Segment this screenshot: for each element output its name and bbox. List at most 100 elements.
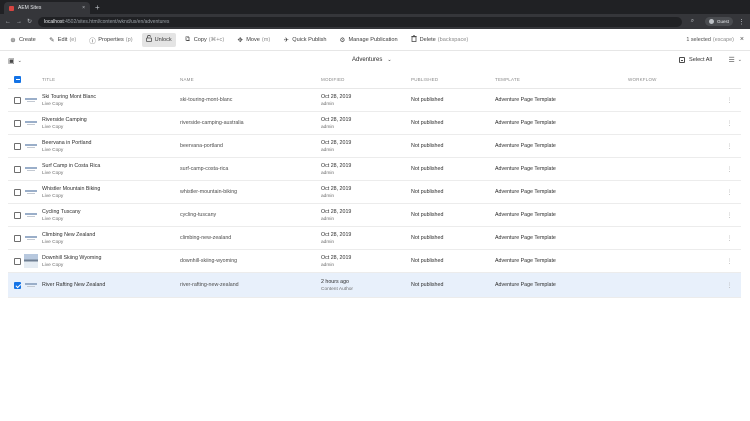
browser-tab[interactable]: AEM Sites × [4, 2, 90, 14]
row-title: Riverside Camping [42, 116, 87, 123]
table-row-selected[interactable]: River Rafting New Zealand river-rafting-… [8, 273, 741, 298]
manage-publication-label: Manage Publication [348, 36, 398, 43]
create-icon: ⊕ [10, 36, 16, 44]
folder-title-label: Adventures [352, 57, 383, 63]
tab-close-icon[interactable]: × [82, 5, 85, 11]
row-checkbox[interactable] [14, 119, 21, 127]
column-published[interactable]: PUBLISHED [411, 77, 495, 82]
column-title[interactable]: TITLE [42, 77, 180, 82]
modified-cell: Oct 28, 2019 admin [321, 232, 411, 245]
live-copy-label: Live Copy [42, 124, 64, 130]
view-switcher[interactable]: ☰ ⌄ [729, 56, 742, 64]
manage-publication-button[interactable]: ⚙ Manage Publication [335, 33, 401, 47]
title-cell: Beervana in Portland Live Copy [42, 140, 180, 153]
more-actions-icon[interactable]: ⋮ [718, 97, 741, 104]
more-actions-icon[interactable]: ⋮ [718, 282, 741, 289]
modified-cell: 2 hours ago Content Author [321, 279, 411, 292]
folder-title[interactable]: Adventures ⌄ [352, 57, 392, 63]
more-actions-icon[interactable]: ⋮ [718, 120, 741, 127]
page-thumbnail [24, 254, 38, 268]
select-all-button[interactable]: Select All [678, 57, 712, 63]
properties-button[interactable]: ⓘ Properties (p) [85, 33, 136, 47]
search-icon[interactable]: ⌕ [690, 18, 695, 25]
header-checkbox-cell[interactable] [8, 76, 42, 83]
row-title: River Rafting New Zealand [42, 282, 106, 288]
back-icon[interactable]: ← [5, 19, 11, 25]
row-template: Adventure Page Template [495, 143, 556, 149]
more-actions-icon[interactable]: ⋮ [718, 143, 741, 150]
column-modified[interactable]: MODIFIED [321, 77, 411, 82]
chevron-down-icon[interactable]: ⌄ [18, 58, 22, 64]
row-template: Adventure Page Template [495, 258, 556, 264]
row-checkbox[interactable] [14, 281, 21, 289]
more-actions-icon[interactable]: ⋮ [718, 235, 741, 242]
create-label: Create [19, 36, 36, 43]
modified-cell: Oct 28, 2019 admin [321, 186, 411, 199]
quick-publish-button[interactable]: ✈ Quick Publish [279, 33, 330, 47]
page-thumbnail [24, 231, 38, 245]
move-button[interactable]: ✥ Move (m) [233, 33, 274, 47]
reload-icon[interactable]: ↻ [27, 18, 32, 25]
table-row[interactable]: Cycling Tuscany Live Copy cycling-tuscan… [8, 204, 741, 227]
browser-menu-icon[interactable]: ⋮ [738, 18, 745, 26]
url-input[interactable]: localhost :4502/sites.html/content/wknd/… [38, 16, 682, 27]
copy-button[interactable]: ⧉ Copy (⌘+c) [181, 33, 228, 47]
delete-button[interactable]: Delete (backspace) [407, 33, 473, 47]
new-tab-icon[interactable]: + [95, 3, 100, 12]
more-actions-icon[interactable]: ⋮ [718, 189, 741, 196]
header-checkbox[interactable] [14, 76, 21, 83]
row-lead [8, 162, 42, 176]
chevron-down-icon: ⌄ [737, 57, 742, 63]
row-checkbox[interactable] [14, 257, 21, 265]
edit-label: Edit [57, 36, 68, 43]
row-template: Adventure Page Template [495, 120, 556, 126]
delete-shortcut: (backspace) [437, 36, 469, 43]
forward-icon[interactable]: → [16, 19, 22, 25]
close-selection-icon[interactable]: × [740, 36, 744, 43]
more-actions-icon[interactable]: ⋮ [718, 166, 741, 173]
table-row[interactable]: Climbing New Zealand Live Copy climbing-… [8, 227, 741, 250]
more-actions-icon[interactable]: ⋮ [718, 258, 741, 265]
row-checkbox[interactable] [14, 234, 21, 242]
unlock-icon [145, 34, 152, 44]
table-row[interactable]: Beervana in Portland Live Copy beervana-… [8, 135, 741, 158]
column-name[interactable]: NAME [180, 77, 321, 82]
edit-button[interactable]: ✎ Edit (e) [45, 33, 80, 47]
create-button[interactable]: ⊕ Create [6, 33, 40, 47]
live-copy-label: Live Copy [42, 239, 64, 245]
table-row[interactable]: Downhill Skiing Wyoming Live Copy downhi… [8, 250, 741, 273]
avatar-icon [708, 19, 714, 24]
title-cell: Whistler Mountain Biking Live Copy [42, 186, 180, 199]
unlock-button[interactable]: Unlock [141, 32, 176, 47]
selected-shortcut: (escape) [712, 36, 734, 43]
more-actions-icon[interactable]: ⋮ [718, 212, 741, 219]
modified-cell: Oct 28, 2019 admin [321, 163, 411, 176]
row-modified-by: admin [321, 147, 335, 153]
row-modified: Oct 28, 2019 [321, 231, 352, 238]
row-modified-by: admin [321, 124, 335, 130]
row-modified: Oct 28, 2019 [321, 254, 352, 261]
row-template: Adventure Page Template [495, 235, 556, 241]
row-lead [8, 231, 42, 245]
rail-toggle-icon[interactable]: ▣ [8, 57, 15, 65]
column-template[interactable]: TEMPLATE [495, 77, 628, 82]
row-template: Adventure Page Template [495, 212, 556, 218]
properties-shortcut: (p) [125, 36, 133, 43]
table-row[interactable]: Ski Touring Mont Blanc Live Copy ski-tou… [8, 89, 741, 112]
row-checkbox[interactable] [14, 211, 21, 219]
modified-cell: Oct 28, 2019 admin [321, 255, 411, 268]
profile-button[interactable]: Guest [704, 17, 733, 26]
title-cell: Surf Camp in Costa Rica Live Copy [42, 163, 180, 176]
row-checkbox[interactable] [14, 142, 21, 150]
page-thumbnail [24, 162, 38, 176]
row-checkbox[interactable] [14, 188, 21, 196]
edit-shortcut: (e) [69, 36, 77, 43]
table-row[interactable]: Whistler Mountain Biking Live Copy whist… [8, 181, 741, 204]
action-bar: ⊕ Create ✎ Edit (e) ⓘ Properties (p) Unl… [0, 29, 750, 51]
column-workflow[interactable]: WORKFLOW [628, 77, 718, 82]
row-lead [8, 185, 42, 199]
row-checkbox[interactable] [14, 96, 21, 104]
table-row[interactable]: Surf Camp in Costa Rica Live Copy surf-c… [8, 158, 741, 181]
row-checkbox[interactable] [14, 165, 21, 173]
table-row[interactable]: Riverside Camping Live Copy riverside-ca… [8, 112, 741, 135]
